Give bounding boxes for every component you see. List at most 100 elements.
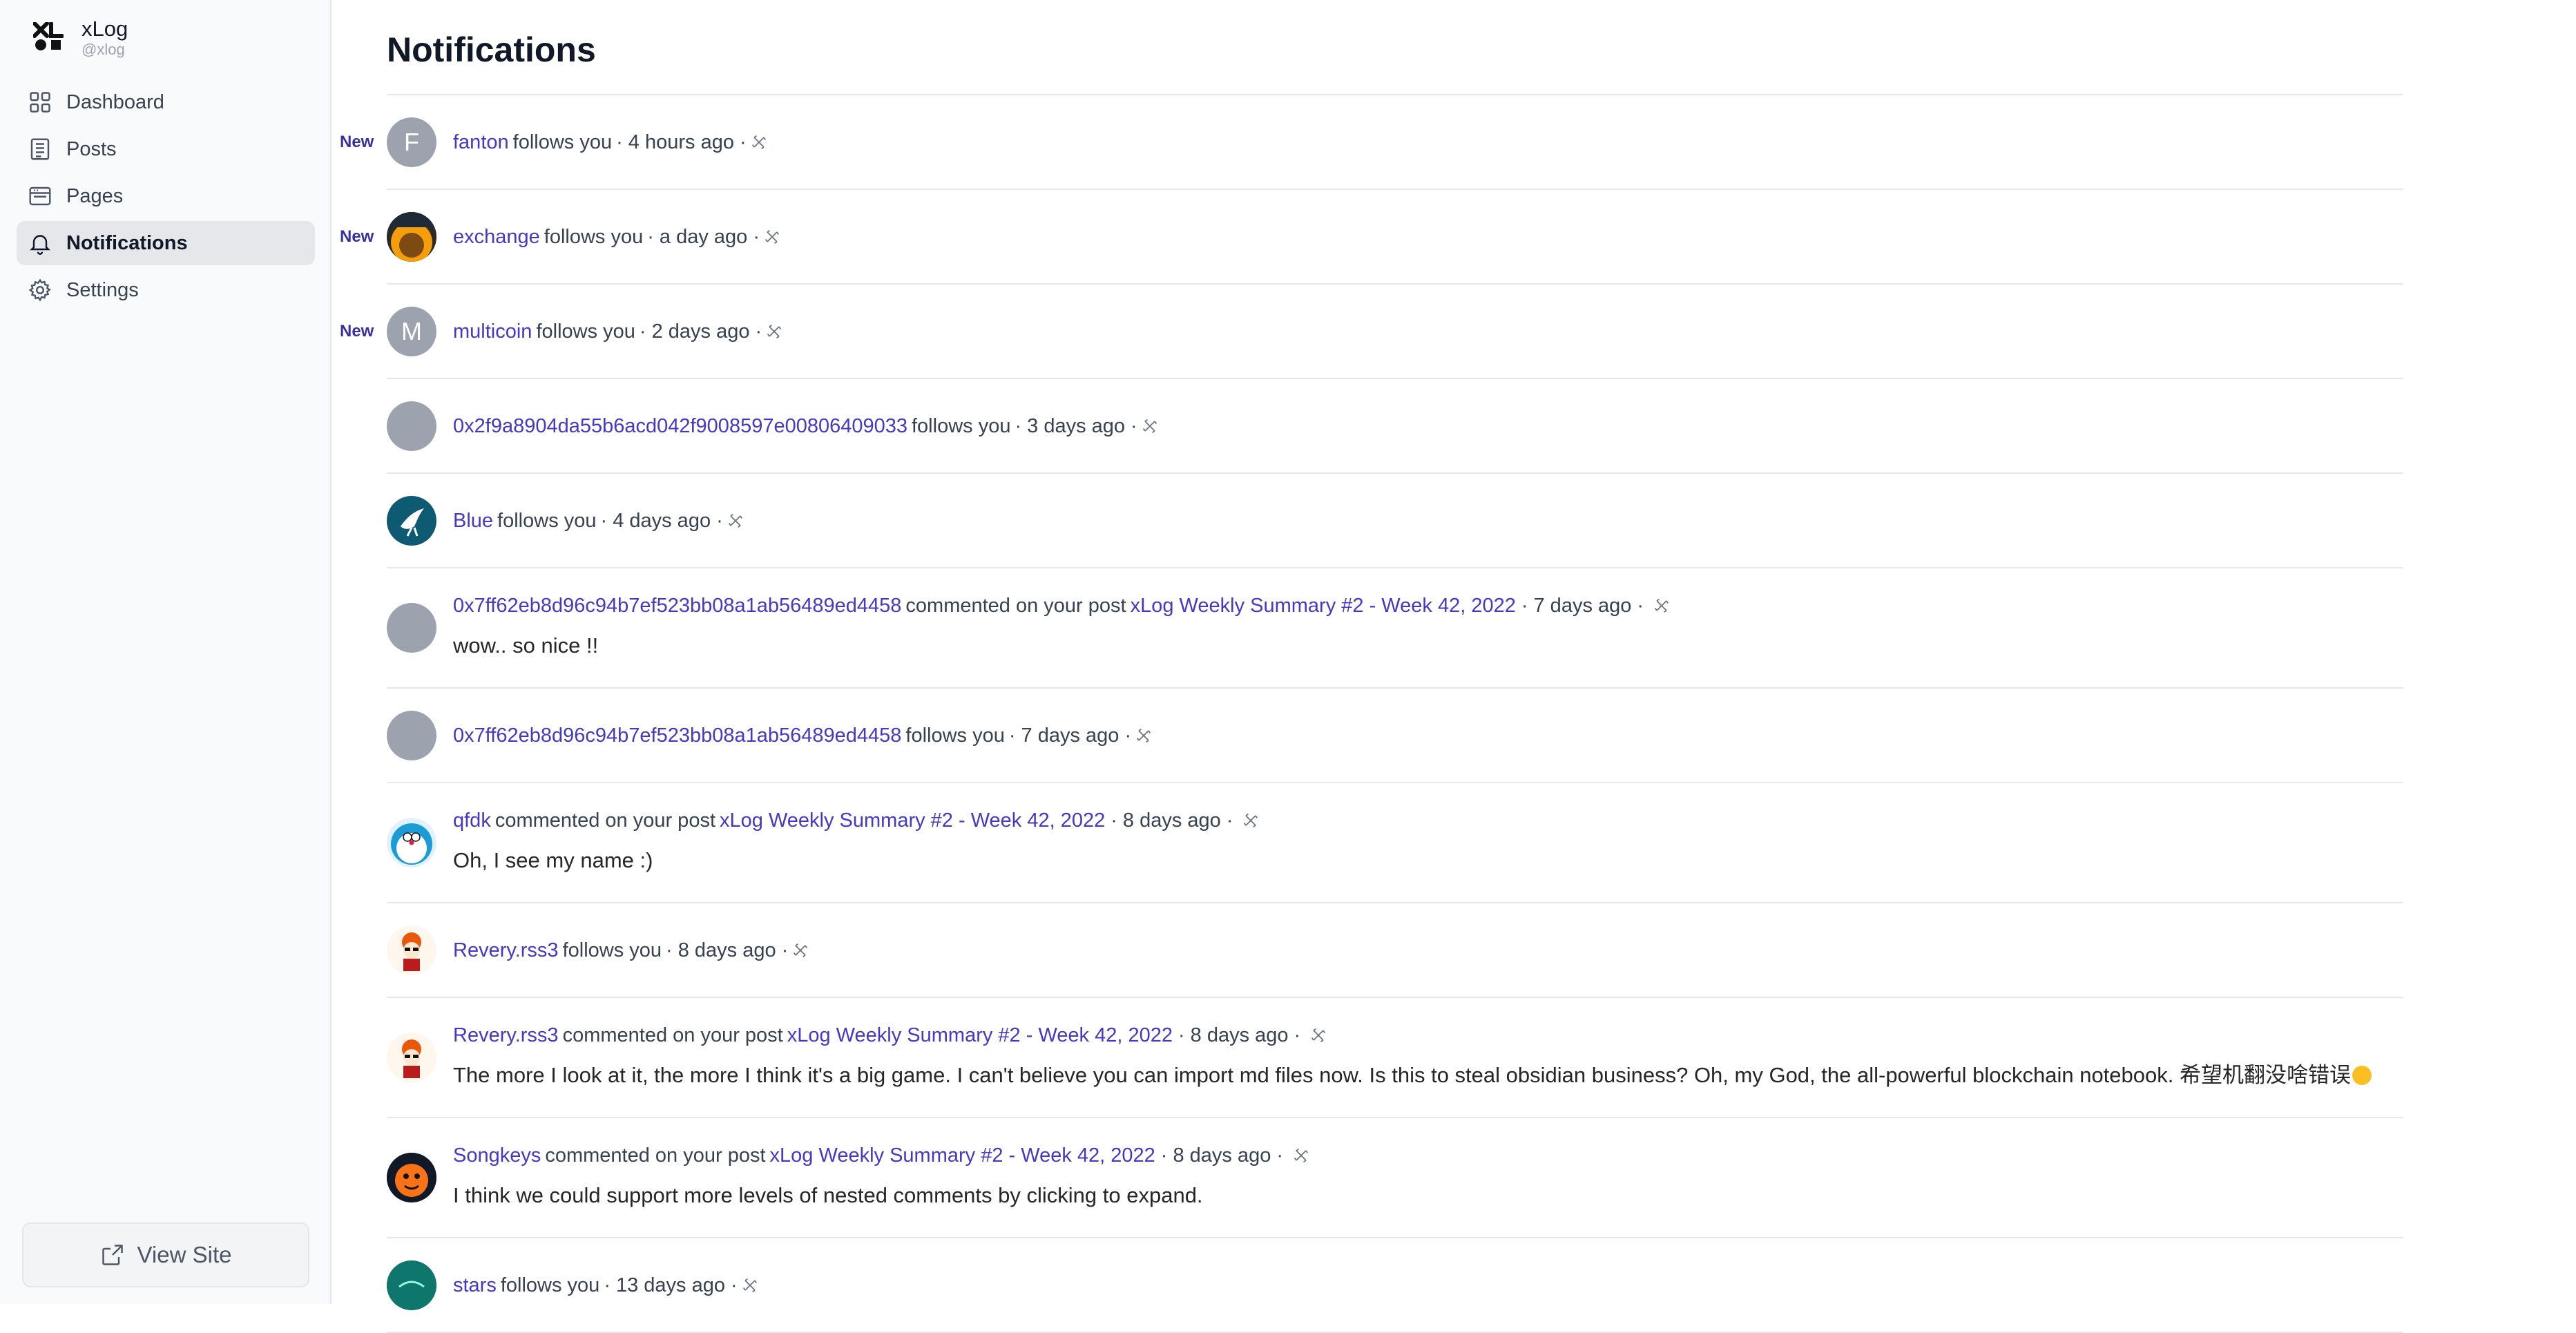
separator-dot: · (1637, 595, 1644, 617)
avatar[interactable] (387, 496, 436, 546)
action-text: follows you (500, 1274, 600, 1296)
action-text: follows you (905, 725, 1005, 747)
user-link[interactable]: Blue (453, 507, 493, 535)
avatar-letter: M (401, 317, 422, 345)
avatar[interactable] (387, 1033, 436, 1082)
action-text: follows you (562, 939, 662, 961)
notification-line: fanton follows you · 4 hours ago · (453, 128, 769, 156)
crossbell-icon[interactable] (1309, 1026, 1328, 1045)
avatar[interactable] (387, 1153, 436, 1202)
notification-item: 0x7ff62eb8d96c94b7ef523bb08a1ab56489ed44… (387, 689, 2403, 783)
separator-dot: · (731, 1274, 738, 1296)
brand[interactable]: xLog @xlog (33, 17, 128, 58)
sidebar-item-dashboard[interactable]: Dashboard (17, 80, 315, 124)
avatar[interactable] (387, 711, 436, 760)
notification-line: Revery.rss3 commented on your post xLog … (453, 1022, 1328, 1049)
post-link[interactable]: xLog Weekly Summary #2 - Week 42, 2022 (787, 1022, 1173, 1049)
notification-item: Blue follows you · 4 days ago · (387, 474, 2403, 568)
new-badge: New (340, 322, 374, 341)
sidebar-item-label: Notifications (66, 231, 188, 254)
user-link[interactable]: Songkeys (453, 1142, 541, 1169)
post-link[interactable]: xLog Weekly Summary #2 - Week 42, 2022 (770, 1142, 1155, 1169)
separator-dot: · (1226, 809, 1233, 832)
action-text: follows you (536, 320, 635, 343)
avatar[interactable] (387, 212, 436, 262)
timestamp: 2 days ago (651, 320, 750, 343)
action-text: commented on your post (545, 1144, 766, 1167)
crossbell-icon[interactable] (1652, 596, 1671, 615)
user-link[interactable]: 0x7ff62eb8d96c94b7ef523bb08a1ab56489ed44… (453, 722, 901, 749)
user-link[interactable]: Revery.rss3 (453, 937, 559, 964)
crossbell-icon[interactable] (1140, 416, 1160, 436)
avatar[interactable]: M (387, 307, 436, 356)
songkeys-avatar-icon (387, 1153, 436, 1202)
crossbell-icon[interactable] (762, 227, 782, 247)
notification-item: 0x7ff62eb8d96c94b7ef523bb08a1ab56489ed44… (387, 568, 2403, 689)
view-site-label: View Site (137, 1242, 232, 1267)
separator-dot: · (716, 510, 723, 532)
separator-dot: · (781, 939, 789, 961)
user-link[interactable]: fanton (453, 128, 509, 156)
separator-dot: · (1294, 1024, 1301, 1046)
app-handle: @xlog (81, 41, 125, 58)
avatar[interactable] (387, 401, 436, 451)
gear-icon (28, 278, 51, 302)
avatar[interactable]: F (387, 117, 436, 167)
sidebar-item-settings[interactable]: Settings (17, 268, 315, 312)
notification-item: Revery.rss3 commented on your post xLog … (387, 998, 2403, 1118)
user-link[interactable]: multicoin (453, 318, 532, 345)
bird-icon (401, 508, 424, 537)
notification-line: 0x2f9a8904da55b6acd042f9008597e008064090… (453, 412, 1160, 440)
notification-line: multicoin follows you · 2 days ago · (453, 318, 784, 345)
crossbell-icon[interactable] (1291, 1146, 1311, 1165)
crossbell-icon[interactable] (1241, 811, 1260, 830)
timestamp: 4 hours ago (628, 131, 734, 153)
post-link[interactable]: xLog Weekly Summary #2 - Week 42, 2022 (1131, 592, 1516, 620)
user-link[interactable]: 0x7ff62eb8d96c94b7ef523bb08a1ab56489ed44… (453, 592, 901, 620)
action-text: follows you (512, 131, 613, 153)
sidebar-item-posts[interactable]: Posts (17, 127, 315, 171)
dashboard-icon (30, 92, 50, 113)
stars-avatar-icon (387, 1260, 436, 1310)
revery-avatar-icon (402, 932, 421, 971)
separator-dot: · (600, 510, 608, 532)
notification-item: New F fanton follows you · 4 hours ago · (340, 95, 2403, 190)
action-text: commented on your post (494, 809, 715, 832)
notification-line: qfdk commented on your post xLog Weekly … (453, 807, 1260, 834)
timestamp: 8 days ago (1122, 809, 1221, 832)
avatar[interactable] (387, 603, 436, 653)
user-link[interactable]: qfdk (453, 807, 491, 834)
separator-dot: · (1178, 1024, 1185, 1046)
separator-dot: · (1160, 1144, 1168, 1167)
new-badge: New (340, 133, 374, 151)
crossbell-icon[interactable] (1134, 726, 1153, 745)
xlog-logo-icon (33, 22, 64, 50)
crossbell-icon[interactable] (791, 941, 810, 960)
avatar[interactable] (387, 818, 436, 867)
external-link-icon (102, 1245, 123, 1265)
timestamp: 3 days ago (1027, 415, 1126, 437)
crossbell-icon[interactable] (740, 1276, 760, 1295)
user-link[interactable]: 0x2f9a8904da55b6acd042f9008597e008064090… (453, 412, 907, 440)
user-link[interactable]: stars (453, 1272, 497, 1299)
post-link[interactable]: xLog Weekly Summary #2 - Week 42, 2022 (720, 807, 1105, 834)
user-link[interactable]: exchange (453, 223, 540, 251)
doraemon-avatar-icon (391, 823, 432, 865)
sidebar-item-pages[interactable]: Pages (17, 174, 315, 218)
user-link[interactable]: Revery.rss3 (453, 1022, 559, 1049)
separator-dot: · (753, 226, 760, 248)
notification-line: Songkeys commented on your post xLog Wee… (453, 1142, 1311, 1169)
comment-row: The more I look at it, the more I think … (453, 1062, 2372, 1089)
bell-icon (30, 235, 50, 255)
view-site-button[interactable]: View Site (22, 1222, 309, 1287)
crossbell-icon[interactable] (726, 511, 745, 530)
sidebar-item-notifications[interactable]: Notifications (17, 221, 315, 265)
avatar[interactable] (387, 926, 436, 975)
separator-dot: · (1276, 1144, 1284, 1167)
notification-item: New M multicoin follows you · 2 days ago… (340, 285, 2403, 379)
avatar[interactable] (387, 1260, 436, 1310)
crossbell-icon[interactable] (749, 133, 769, 152)
notification-item: Revery.rss3 follows you · 8 days ago · (387, 903, 2403, 998)
crossbell-icon[interactable] (765, 322, 784, 341)
separator-dot: · (639, 320, 646, 343)
